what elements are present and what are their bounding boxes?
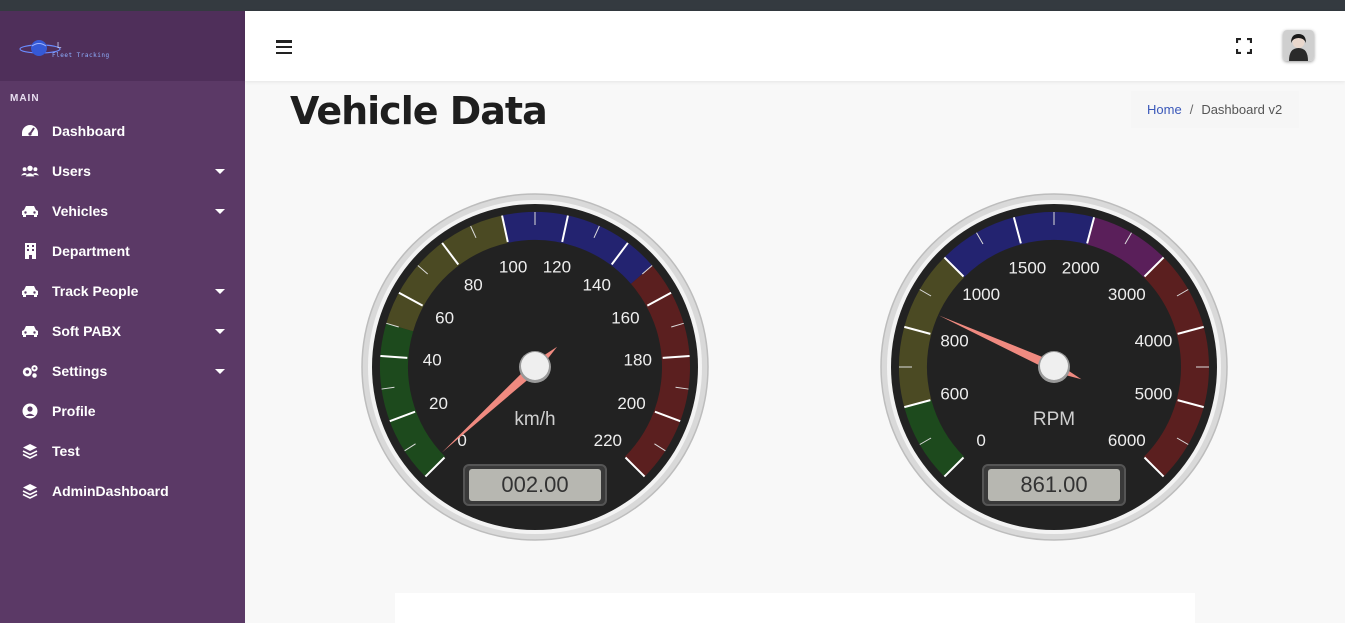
gauge-icon xyxy=(21,123,39,139)
sidebar-item-vehicles[interactable]: Vehicles xyxy=(0,191,245,231)
gauge-tick-label: 3000 xyxy=(1108,285,1146,304)
gauge-tick-label: 180 xyxy=(624,351,652,370)
sidebar-section-main: MAIN xyxy=(10,93,40,104)
car-icon xyxy=(21,323,39,339)
gauge-tick-label: 0 xyxy=(976,431,985,450)
sidebar-item-admindashboard[interactable]: AdminDashboard xyxy=(0,471,245,511)
user-avatar[interactable] xyxy=(1283,30,1314,61)
top-navbar xyxy=(245,11,1345,81)
gauge-unit-label: RPM xyxy=(1033,409,1075,430)
gauge-tick-label: 4000 xyxy=(1135,331,1173,350)
breadcrumb-current: Dashboard v2 xyxy=(1201,102,1283,117)
gauge-tick-label: 120 xyxy=(543,257,571,276)
layers-icon xyxy=(21,483,39,499)
chevron-down-icon xyxy=(215,369,225,374)
gauge-unit-label: km/h xyxy=(514,409,555,430)
chevron-down-icon xyxy=(215,329,225,334)
gauge-tick-label: 800 xyxy=(940,331,968,350)
chevron-down-icon xyxy=(215,169,225,174)
gauge-tick-label: 220 xyxy=(594,431,622,450)
gauge-tick-label: 200 xyxy=(617,394,645,413)
sidebar-item-soft-pabx[interactable]: Soft PABX xyxy=(0,311,245,351)
layers-icon xyxy=(21,443,39,459)
gauge-tick-label: 6000 xyxy=(1108,431,1146,450)
chevron-down-icon xyxy=(215,289,225,294)
gauge-tick-label: 1500 xyxy=(1008,259,1046,278)
gears-icon xyxy=(21,363,39,379)
page-title: Vehicle Data xyxy=(290,89,548,133)
gauge-tick-label: 20 xyxy=(429,394,448,413)
sidebar-item-users[interactable]: Users xyxy=(0,151,245,191)
gauge-tick-label: 5000 xyxy=(1135,385,1173,404)
car-icon xyxy=(21,203,39,219)
car-icon xyxy=(21,283,39,299)
sidebar-item-profile[interactable]: Profile xyxy=(0,391,245,431)
gauge-tick-label: 60 xyxy=(435,309,454,328)
building-icon xyxy=(21,243,39,259)
sidebar-item-label: Dashboard xyxy=(52,123,126,139)
sidebar-item-label: Vehicles xyxy=(52,203,109,219)
gauge-tick-label: 40 xyxy=(423,351,442,370)
gauge-tick-label: 140 xyxy=(583,276,611,295)
sidebar-item-label: Profile xyxy=(52,403,96,419)
brand-name: Fleet Tracking xyxy=(52,52,110,59)
gauge-tick-label: 2000 xyxy=(1062,259,1100,278)
breadcrumb-home-link[interactable]: Home xyxy=(1147,102,1182,117)
tachometer-gauge: 0 600 800 1000 1500 2000 3000 4000 5000 6000 RPM 86… xyxy=(880,193,1228,541)
sidebar-item-label: Track People xyxy=(52,283,139,299)
content-card xyxy=(395,593,1195,623)
brand-logo[interactable]: L Fleet Tracking xyxy=(0,11,245,81)
brand-letter: L xyxy=(57,41,62,50)
chevron-down-icon xyxy=(215,209,225,214)
gauge-tick-label: 160 xyxy=(611,309,639,328)
sidebar-item-dashboard[interactable]: Dashboard xyxy=(0,111,245,151)
fullscreen-icon[interactable] xyxy=(1236,38,1252,54)
sidebar-item-label: Users xyxy=(52,163,91,179)
gauge-tick-label: 80 xyxy=(464,276,483,295)
gauge-tick-label: 600 xyxy=(940,385,968,404)
sidebar-item-label: Department xyxy=(52,243,130,259)
sidebar-item-label: Soft PABX xyxy=(52,323,121,339)
gauge-tick-label: 100 xyxy=(499,257,527,276)
sidebar-item-department[interactable]: Department xyxy=(0,231,245,271)
sidebar-item-label: AdminDashboard xyxy=(52,483,169,499)
speedometer-gauge: 020406080100 120140160180200220km/h002.00 xyxy=(361,193,709,541)
user-circle-icon xyxy=(21,403,39,419)
gauge-needle-hub xyxy=(1040,352,1068,380)
gauge-tick-label: 1000 xyxy=(962,285,1000,304)
sidebar-item-label: Test xyxy=(52,443,80,459)
sidebar-item-track-people[interactable]: Track People xyxy=(0,271,245,311)
sidebar: L Fleet Tracking MAIN Dashboard Users Ve… xyxy=(0,11,245,623)
window-top-strip xyxy=(0,0,1345,11)
users-icon xyxy=(21,163,39,179)
breadcrumb-separator: / xyxy=(1189,102,1194,117)
sidebar-item-label: Settings xyxy=(52,363,108,379)
gauge-needle-hub xyxy=(521,352,549,380)
gauge-display-value: 002.00 xyxy=(501,472,568,497)
gauge-display-value: 861.00 xyxy=(1020,472,1087,497)
breadcrumb: Home / Dashboard v2 xyxy=(1131,91,1299,128)
sidebar-item-test[interactable]: Test xyxy=(0,431,245,471)
hamburger-icon[interactable] xyxy=(276,40,292,55)
sidebar-nav: Dashboard Users Vehicles Department Trac… xyxy=(0,111,245,511)
sidebar-item-settings[interactable]: Settings xyxy=(0,351,245,391)
